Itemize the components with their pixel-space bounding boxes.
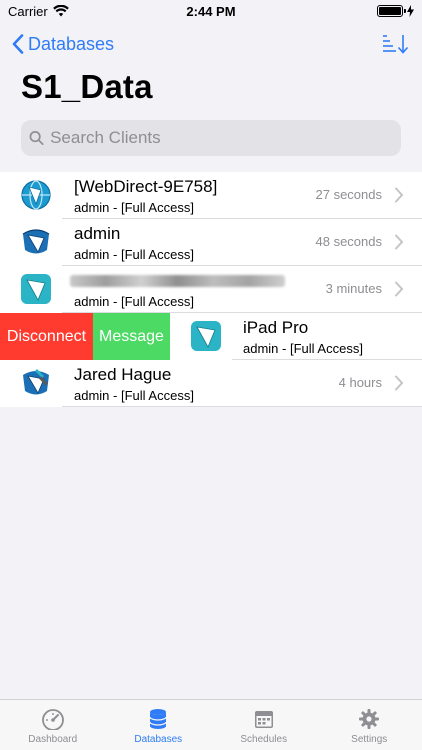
client-access: admin - [Full Access] <box>74 294 194 309</box>
tab-label: Settings <box>351 734 388 745</box>
filemaker-go-icon <box>191 321 221 351</box>
client-name: admin <box>74 224 121 243</box>
message-button[interactable]: Message <box>93 313 170 360</box>
chevron-right-icon <box>395 234 404 250</box>
search-bar[interactable] <box>21 120 401 156</box>
status-bar: Carrier 2:44 PM <box>0 0 422 22</box>
tab-databases[interactable]: Databases <box>106 700 212 750</box>
client-row[interactable]: admin admin - [Full Access] 48 seconds <box>0 219 422 266</box>
filemaker-pro-icon <box>22 229 50 254</box>
disconnect-button[interactable]: Disconnect <box>0 313 93 360</box>
client-name: [WebDirect-9E758] <box>74 177 218 196</box>
row-divider <box>62 406 422 407</box>
client-access: admin - [Full Access] <box>74 200 194 215</box>
wifi-icon <box>52 5 69 17</box>
sort-descending-icon <box>383 35 409 54</box>
chevron-right-icon <box>395 281 404 297</box>
tab-label: Dashboard <box>28 734 78 745</box>
tab-schedules[interactable]: Schedules <box>211 700 317 750</box>
dashboard-gauge-icon <box>41 709 64 730</box>
client-access: admin - [Full Access] <box>243 341 363 356</box>
client-connected-time: 48 seconds <box>315 234 383 249</box>
client-list: [WebDirect-9E758] admin - [Full Access] … <box>0 172 422 407</box>
client-connected-time: 4 hours <box>338 375 382 390</box>
tab-label: Schedules <box>240 734 288 745</box>
filemaker-go-icon <box>21 274 51 304</box>
client-connected-time: 27 seconds <box>315 187 383 202</box>
back-button[interactable]: Databases <box>12 34 114 55</box>
chevron-right-icon <box>395 375 404 391</box>
charging-bolt-icon <box>407 5 414 17</box>
client-row[interactable]: Jared Hague admin - [Full Access] 4 hour… <box>0 360 422 407</box>
search-input[interactable] <box>50 128 393 148</box>
page-title: S1_Data <box>21 68 153 105</box>
client-access: admin - [Full Access] <box>74 247 194 262</box>
client-access: admin - [Full Access] <box>74 388 194 403</box>
back-label: Databases <box>28 33 115 54</box>
status-right <box>377 5 414 17</box>
tab-label: Databases <box>134 734 183 745</box>
chevron-left-icon <box>12 34 24 54</box>
tab-dashboard[interactable]: Dashboard <box>0 700 106 750</box>
client-row[interactable]: [WebDirect-9E758] admin - [Full Access] … <box>0 172 422 219</box>
webdirect-globe-icon <box>21 180 51 210</box>
carrier-label: Carrier <box>8 3 48 19</box>
nav-bar: Databases <box>0 28 422 60</box>
client-row-content[interactable]: iPad Pro admin - [Full Access] <box>170 313 422 360</box>
client-row-swiped: Disconnect Message iPad Pro admin - [Ful… <box>0 313 422 360</box>
gear-icon <box>359 709 380 729</box>
filemaker-admin-icon <box>23 369 49 395</box>
status-left: Carrier <box>8 4 69 19</box>
battery-fill <box>379 7 401 15</box>
redacted-client-name <box>70 275 285 287</box>
client-name: Jared Hague <box>74 365 172 384</box>
calendar-icon <box>254 711 273 728</box>
search-icon <box>29 131 44 145</box>
client-name: iPad Pro <box>243 318 309 337</box>
tab-bar: Dashboard Databases Schedules Settings <box>0 699 422 750</box>
tab-settings[interactable]: Settings <box>317 700 422 750</box>
chevron-right-icon <box>395 187 404 203</box>
client-row[interactable]: admin - [Full Access] 3 minutes <box>0 266 422 313</box>
client-connected-time: 3 minutes <box>325 281 382 296</box>
sort-button[interactable] <box>380 29 410 59</box>
database-icon <box>149 709 167 729</box>
battery-icon <box>377 5 406 17</box>
